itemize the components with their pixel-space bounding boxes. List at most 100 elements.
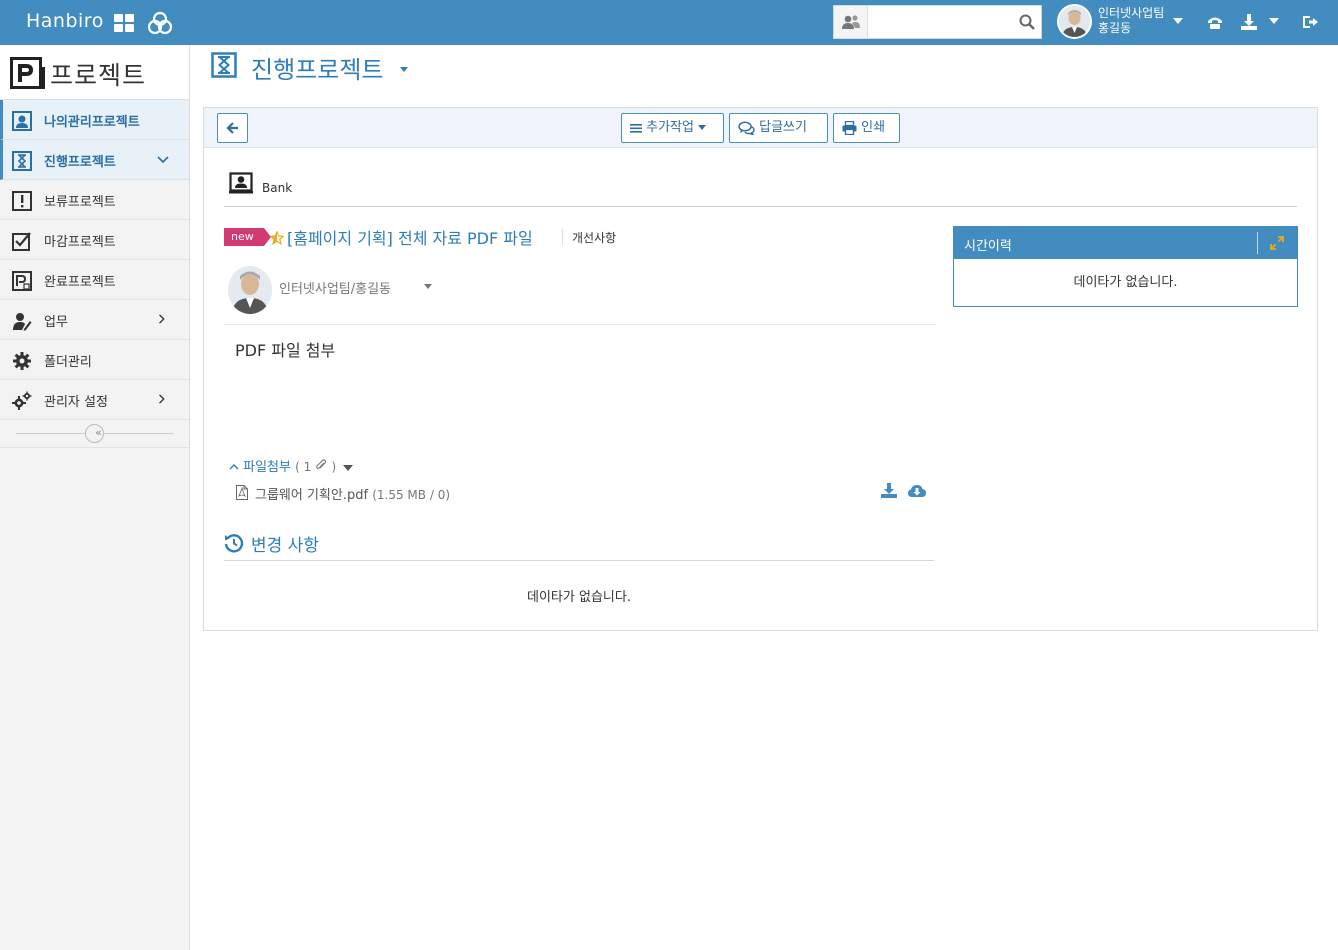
new-badge: new [224, 228, 271, 246]
print-icon [842, 120, 857, 135]
hourglass-icon [211, 52, 237, 78]
sidebar-item-folder-management[interactable]: 폴더관리 [0, 340, 189, 380]
more-actions-label: 추가작업 [646, 120, 694, 135]
print-label: 인쇄 [861, 120, 886, 135]
sidebar: 프로젝트 나의관리프로젝트 진행프로젝트 보류프로젝트 마감프로젝트 완료프로젝… [0, 45, 190, 950]
user-name: 홍길동 [1098, 21, 1132, 35]
project-user-icon [229, 172, 253, 194]
sidebar-item-label: 업무 [44, 315, 68, 330]
arrow-left-icon [225, 121, 238, 134]
post-title[interactable]: [홈페이지 기획] 전체 자료 PDF 파일 [287, 225, 533, 249]
title-divider [562, 229, 563, 245]
people-icon [842, 15, 860, 29]
top-bar: Hanbiro 인터넷사업팀 홍길동 [0, 0, 1338, 45]
post-category: 개선사항 [572, 231, 617, 245]
apps-grid-icon[interactable] [114, 14, 134, 34]
author-menu-caret-icon[interactable] [424, 284, 432, 289]
print-button[interactable]: 인쇄 [833, 113, 900, 143]
sidebar-item-label: 마감프로젝트 [44, 235, 116, 250]
file-link[interactable]: 그룹웨어 기획안.pdf (1.55 MB / 0) [255, 484, 450, 503]
reply-button[interactable]: 답글쓰기 [729, 113, 828, 143]
post-title-row: new [홈페이지 기획] 전체 자료 PDF 파일 개선사항 [224, 225, 944, 249]
page-title[interactable]: 진행프로젝트 [251, 50, 383, 85]
sidebar-item-my-projects[interactable]: 나의관리프로젝트 [0, 100, 189, 140]
complete-icon [12, 271, 32, 291]
search-box [833, 5, 1042, 39]
header-divider [1257, 232, 1258, 254]
post-body: PDF 파일 첨부 [235, 341, 336, 360]
sidebar-item-label: 진행프로젝트 [44, 155, 116, 170]
hanbiro-logo-icon[interactable] [148, 11, 172, 35]
user-team: 인터넷사업팀 [1098, 6, 1165, 20]
sidebar-item-completed[interactable]: 완료프로젝트 [0, 260, 189, 300]
author-row: 인터넷사업팀/홍길동 [224, 263, 936, 325]
project-row: Bank [224, 170, 1297, 207]
sidebar-item-label: 폴더관리 [44, 355, 92, 370]
sidebar-item-in-progress[interactable]: 진행프로젝트 [0, 140, 189, 180]
time-history-panel: 시간이력 데이타가 없습니다. [953, 226, 1298, 307]
download-menu-caret-icon[interactable] [1269, 18, 1279, 24]
check-icon [12, 232, 31, 251]
people-search-button[interactable] [834, 6, 868, 38]
paperclip-icon [316, 459, 327, 469]
user-avatar[interactable] [1057, 4, 1092, 39]
chevron-down-icon [157, 156, 169, 164]
search-input[interactable] [870, 8, 1018, 36]
my-project-icon [12, 111, 32, 131]
gears-icon [12, 391, 32, 410]
post-panel: 추가작업 답글쓰기 인쇄 Bank new [홈페이지 기획] 전체 자료 PD… [203, 107, 1318, 631]
user-info[interactable]: 인터넷사업팀 홍길동 [1098, 6, 1164, 36]
sidebar-item-label: 보류프로젝트 [44, 195, 116, 210]
sidebar-item-on-hold[interactable]: 보류프로젝트 [0, 180, 189, 220]
file-meta: (1.55 MB / 0) [372, 488, 451, 502]
more-actions-button[interactable]: 추가작업 [621, 113, 724, 143]
star-half-icon[interactable] [270, 231, 284, 245]
comments-icon [738, 120, 756, 136]
author-name[interactable]: 인터넷사업팀/홍길동 [279, 278, 391, 297]
author-avatar[interactable] [228, 266, 272, 314]
author-photo-icon [228, 266, 272, 314]
sidebar-item-label: 관리자 설정 [44, 395, 108, 410]
time-history-title: 시간이력 [964, 239, 1012, 254]
sidebar-title: 프로젝트 [50, 61, 147, 90]
attachment-toggle[interactable]: 파일첨부 ( 1 ) [229, 456, 354, 475]
sidebar-item-label: 완료프로젝트 [44, 275, 116, 290]
pdf-file-icon [236, 485, 248, 500]
page-title-caret-icon[interactable] [400, 67, 408, 72]
chevron-up-icon [229, 464, 239, 470]
file-name: 그룹웨어 기획안.pdf [255, 488, 369, 503]
sidebar-header: 프로젝트 [0, 45, 189, 100]
cloud-download-icon[interactable] [907, 483, 927, 499]
user-photo-icon [1059, 6, 1090, 37]
attachment-count-close: ) [331, 460, 337, 474]
time-history-header: 시간이력 [954, 227, 1297, 259]
list-icon [630, 123, 642, 133]
changes-empty-message: 데이타가 없습니다. [527, 590, 631, 605]
brand-logo[interactable]: Hanbiro [26, 10, 104, 32]
download-icon[interactable] [880, 483, 898, 499]
sidebar-item-tasks[interactable]: 업무 [0, 300, 189, 340]
logout-icon[interactable] [1301, 13, 1319, 31]
phone-icon[interactable] [1206, 13, 1224, 31]
attachment-caret-icon [343, 464, 354, 471]
attachment-count: ( 1 [295, 460, 312, 474]
hourglass-icon [12, 151, 32, 171]
post-toolbar: 추가작업 답글쓰기 인쇄 [204, 108, 1317, 148]
sidebar-item-closed[interactable]: 마감프로젝트 [0, 220, 189, 260]
search-icon[interactable] [1019, 14, 1035, 30]
chevron-right-icon [159, 394, 165, 404]
sidebar-collapse-button[interactable]: « [85, 424, 104, 443]
file-row: 그룹웨어 기획안.pdf (1.55 MB / 0) [235, 483, 927, 503]
expand-icon[interactable] [1270, 236, 1284, 250]
download-icon[interactable] [1240, 13, 1258, 31]
gear-icon [13, 352, 31, 370]
user-menu-caret-icon[interactable] [1173, 18, 1183, 24]
project-logo-icon [10, 57, 45, 89]
reply-label: 답글쓰기 [759, 120, 807, 135]
changes-title: 변경 사항 [251, 536, 319, 556]
project-name[interactable]: Bank [262, 181, 292, 195]
sidebar-item-admin-settings[interactable]: 관리자 설정 [0, 380, 189, 420]
sidebar-collapse-row: « [0, 420, 189, 448]
history-icon [224, 534, 244, 553]
back-button[interactable] [217, 113, 248, 143]
